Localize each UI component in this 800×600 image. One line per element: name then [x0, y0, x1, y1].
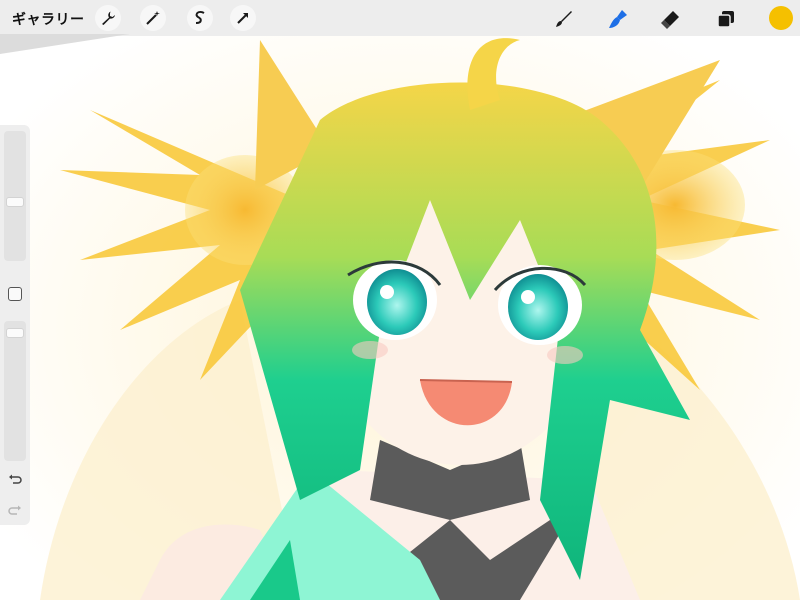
- opacity-slider[interactable]: [4, 321, 26, 461]
- eraser-icon[interactable]: [657, 5, 685, 33]
- layers-icon[interactable]: [712, 5, 740, 33]
- modify-square-icon[interactable]: [8, 287, 22, 301]
- undo-icon[interactable]: [5, 470, 25, 490]
- drawing-canvas[interactable]: [0, 0, 800, 600]
- gallery-button[interactable]: ギャラリー: [12, 9, 85, 29]
- selection-s-icon[interactable]: [187, 5, 213, 31]
- toolbar-wedge: [0, 34, 130, 54]
- color-picker-button[interactable]: [769, 6, 793, 30]
- redo-icon[interactable]: [5, 501, 25, 521]
- wrench-icon[interactable]: [95, 5, 121, 31]
- smudge-icon[interactable]: [604, 5, 632, 33]
- opacity-thumb[interactable]: [6, 328, 24, 338]
- brush-icon[interactable]: [550, 5, 578, 33]
- brush-size-slider[interactable]: [4, 131, 26, 261]
- left-sidebar: [0, 125, 30, 525]
- move-arrow-icon[interactable]: [230, 5, 256, 31]
- magic-wand-icon[interactable]: [140, 5, 166, 31]
- brush-size-thumb[interactable]: [6, 197, 24, 207]
